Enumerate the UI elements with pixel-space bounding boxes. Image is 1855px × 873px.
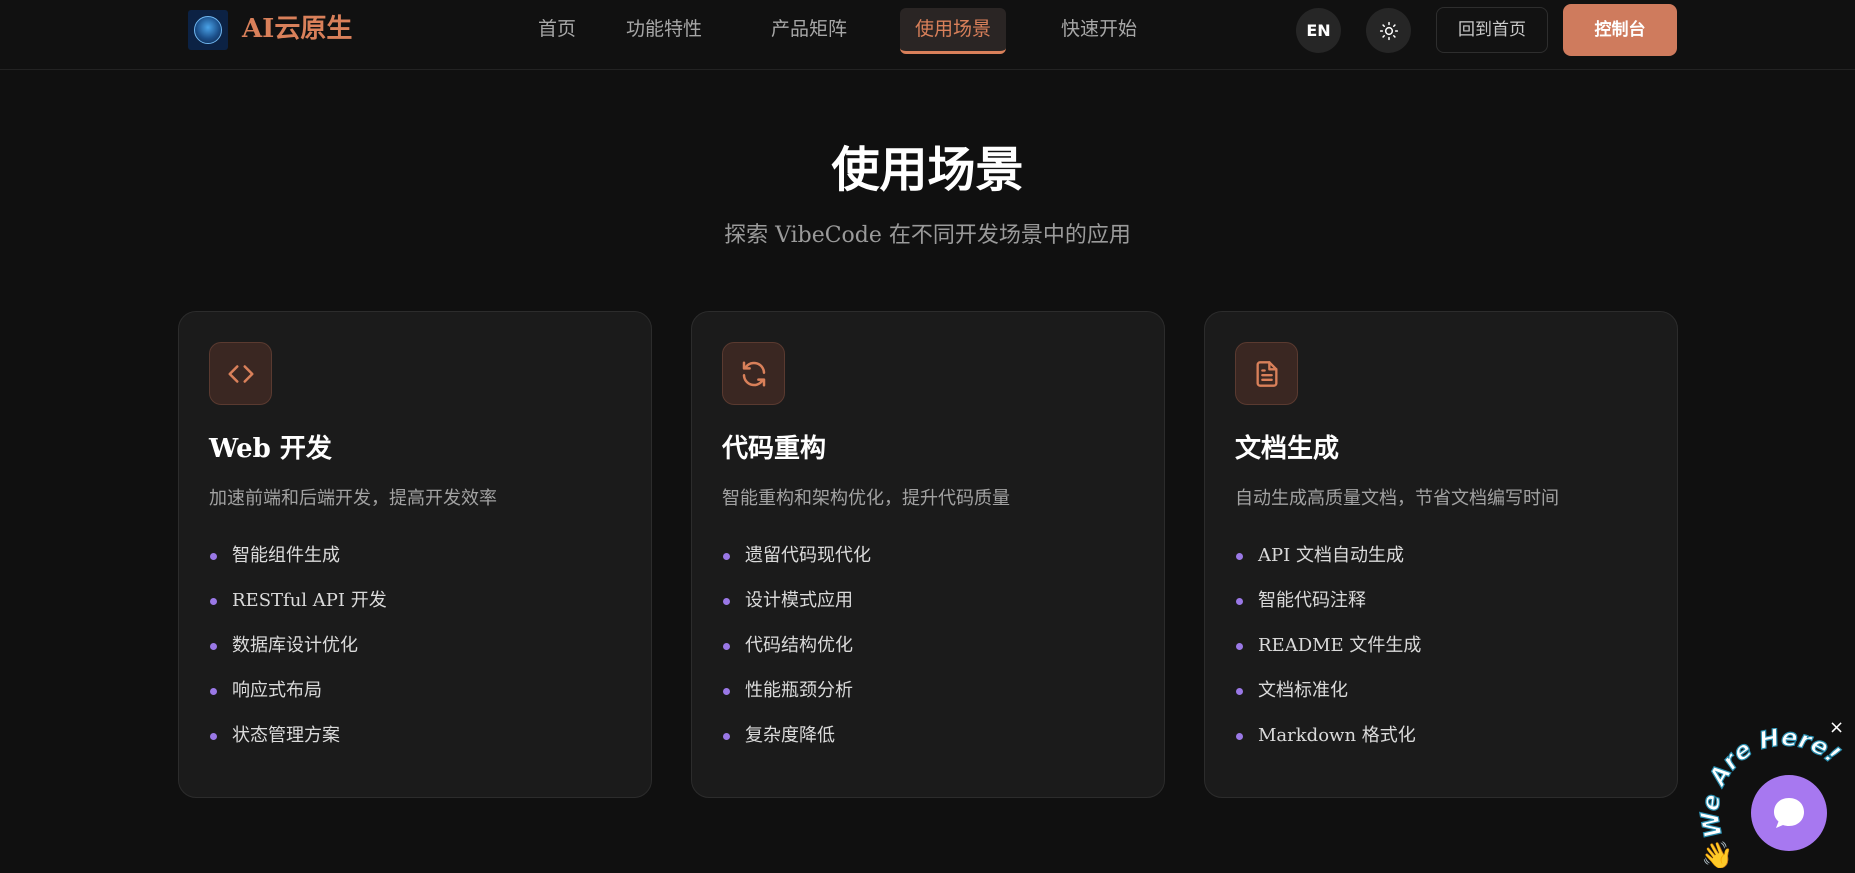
list-item-label: 设计模式应用	[745, 590, 853, 611]
list-item-label: 响应式布局	[232, 680, 322, 701]
nav-item-quick-start[interactable]: 快速开始	[1055, 8, 1143, 54]
use-case-card-refactor: 代码重构 智能重构和架构优化，提升代码质量 遗留代码现代化 设计模式应用 代码结…	[691, 311, 1165, 798]
chat-bubble-icon	[1774, 798, 1804, 828]
list-item: 数据库设计优化	[209, 624, 387, 669]
list-item-label: README 文件生成	[1258, 635, 1422, 656]
bullet-dot	[1236, 643, 1243, 650]
list-item: 智能组件生成	[209, 534, 387, 579]
card-description: 自动生成高质量文档，节省文档编写时间	[1235, 488, 1559, 509]
list-item: Markdown 格式化	[1235, 714, 1421, 759]
list-item: 复杂度降低	[722, 714, 871, 759]
bullet-dot	[210, 553, 217, 560]
card-description: 智能重构和架构优化，提升代码质量	[722, 488, 1010, 509]
bullet-dot	[1236, 553, 1243, 560]
bullet-dot	[1236, 688, 1243, 695]
bullet-dot	[723, 643, 730, 650]
list-item: RESTful API 开发	[209, 579, 387, 624]
list-item-label: 复杂度降低	[745, 725, 835, 746]
card-icon-container	[209, 342, 272, 405]
list-item: 设计模式应用	[722, 579, 871, 624]
card-title: 文档生成	[1235, 434, 1340, 464]
logo-globe-icon	[194, 16, 222, 44]
nav-item-features[interactable]: 功能特性	[621, 8, 707, 54]
chat-close-button[interactable]: ×	[1829, 719, 1847, 737]
list-item-label: 代码结构优化	[745, 635, 853, 656]
list-item: 状态管理方案	[209, 714, 387, 759]
list-item-label: Markdown 格式化	[1258, 725, 1416, 746]
list-item: API 文档自动生成	[1235, 534, 1421, 579]
list-item: 遗留代码现代化	[722, 534, 871, 579]
nav-item-use-cases[interactable]: 使用场景	[900, 8, 1006, 54]
list-item: 性能瓶颈分析	[722, 669, 871, 714]
feature-list: 智能组件生成 RESTful API 开发 数据库设计优化 响应式布局 状态管理…	[209, 534, 387, 759]
language-toggle-button[interactable]: EN	[1296, 8, 1341, 53]
list-item: README 文件生成	[1235, 624, 1421, 669]
brand-name[interactable]: AI云原生	[242, 12, 352, 46]
card-title: 代码重构	[722, 434, 827, 464]
list-item: 智能代码注释	[1235, 579, 1421, 624]
nav-item-products[interactable]: 产品矩阵	[763, 8, 855, 54]
chat-open-button[interactable]	[1751, 775, 1827, 851]
list-item-label: 状态管理方案	[232, 725, 340, 746]
sun-icon	[1379, 21, 1398, 40]
back-home-button[interactable]: 回到首页	[1436, 7, 1548, 53]
use-case-card-web: Web 开发 加速前端和后端开发，提高开发效率 智能组件生成 RESTful A…	[178, 311, 652, 798]
bullet-dot	[210, 688, 217, 695]
feature-list: API 文档自动生成 智能代码注释 README 文件生成 文档标准化 Mark…	[1235, 534, 1421, 759]
list-item-label: 性能瓶颈分析	[745, 680, 853, 701]
brand-logo[interactable]	[188, 10, 228, 50]
card-title: Web 开发	[209, 434, 332, 464]
card-icon-container	[722, 342, 785, 405]
list-item-label: 智能组件生成	[232, 545, 340, 566]
document-icon	[1256, 360, 1277, 387]
console-button[interactable]: 控制台	[1563, 4, 1677, 56]
bullet-dot	[1236, 598, 1243, 605]
card-description: 加速前端和后端开发，提高开发效率	[209, 488, 497, 509]
bullet-dot	[1236, 733, 1243, 740]
waving-hand-icon: 👋	[1701, 841, 1733, 868]
feature-list: 遗留代码现代化 设计模式应用 代码结构优化 性能瓶颈分析 复杂度降低	[722, 534, 871, 759]
theme-toggle-button[interactable]	[1366, 8, 1411, 53]
list-item-label: 智能代码注释	[1258, 590, 1366, 611]
bullet-dot	[210, 643, 217, 650]
nav-item-home[interactable]: 首页	[518, 8, 596, 54]
list-item-label: API 文档自动生成	[1258, 545, 1404, 566]
bullet-dot	[723, 553, 730, 560]
card-icon-container	[1235, 342, 1298, 405]
section-title: 使用场景	[831, 142, 1024, 198]
list-item-label: RESTful API 开发	[232, 590, 387, 611]
list-item: 响应式布局	[209, 669, 387, 714]
use-case-card-docs: 文档生成 自动生成高质量文档，节省文档编写时间 API 文档自动生成 智能代码注…	[1204, 311, 1678, 798]
bullet-dot	[723, 733, 730, 740]
top-navbar: AI云原生 首页 功能特性 产品矩阵 使用场景 快速开始 EN 回到首页 控制台	[0, 0, 1855, 70]
bullet-dot	[210, 733, 217, 740]
code-icon	[228, 364, 253, 383]
refresh-icon	[742, 361, 765, 386]
list-item-label: 数据库设计优化	[232, 635, 358, 656]
bullet-dot	[723, 688, 730, 695]
list-item-label: 文档标准化	[1258, 680, 1348, 701]
section-subtitle: 探索 VibeCode 在不同开发场景中的应用	[724, 223, 1131, 248]
bullet-dot	[723, 598, 730, 605]
list-item-label: 遗留代码现代化	[745, 545, 871, 566]
bullet-dot	[210, 598, 217, 605]
list-item: 代码结构优化	[722, 624, 871, 669]
list-item: 文档标准化	[1235, 669, 1421, 714]
